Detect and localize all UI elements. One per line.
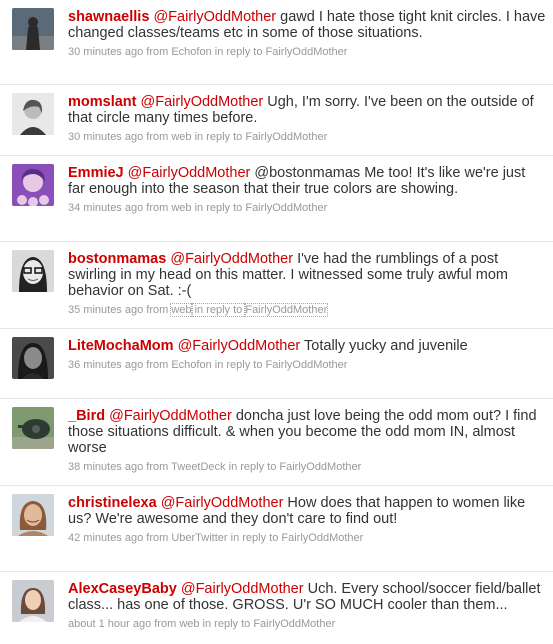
mention-link[interactable]: @FairlyOddMother — [128, 165, 251, 181]
tweet-body: Ugh, I'm sorry. I've been on the outside… — [68, 94, 534, 126]
source-link[interactable]: TweetDeck — [171, 461, 225, 473]
source-link[interactable]: web — [170, 303, 193, 317]
tweet-item: bostonmamas @FairlyOddMother I've had th… — [0, 242, 553, 329]
timestamp-link[interactable]: 30 minutes ago — [68, 131, 143, 143]
tweet-meta: 35 minutes ago from web in reply to Fair… — [68, 303, 546, 317]
username-link[interactable]: shawnaellis — [68, 9, 149, 25]
tweet-item: EmmieJ @FairlyOddMother @bostonmamas Me … — [0, 156, 553, 242]
timestamp-link[interactable]: 42 minutes ago — [68, 532, 143, 544]
mention-link[interactable]: @FairlyOddMother — [161, 495, 284, 511]
tweet-text: momslant @FairlyOddMother Ugh, I'm sorry… — [68, 94, 546, 126]
avatar[interactable] — [12, 580, 54, 622]
reply-to-link[interactable]: FairlyOddMother — [266, 359, 348, 371]
source-link[interactable]: web — [171, 202, 191, 214]
meta-in-reply: in reply to — [227, 532, 282, 544]
source-link[interactable]: Echofon — [171, 359, 211, 371]
avatar-portrait-glasses — [12, 250, 54, 292]
tweet-text: LiteMochaMom @FairlyOddMother Totally yu… — [68, 338, 546, 354]
mention-link[interactable]: @FairlyOddMother — [178, 338, 301, 354]
meta-from: from — [143, 359, 172, 371]
mention-link[interactable]: @FairlyOddMother — [181, 581, 304, 597]
meta-in-reply: in reply to — [211, 46, 266, 58]
tweet-text: shawnaellis @FairlyOddMother gawd I hate… — [68, 9, 546, 41]
reply-to-link[interactable]: FairlyOddMother — [245, 131, 327, 143]
source-link[interactable]: web — [171, 131, 191, 143]
meta-from: from — [143, 202, 172, 214]
username-link[interactable]: LiteMochaMom — [68, 338, 174, 354]
avatar[interactable] — [12, 93, 54, 135]
mention-link[interactable]: @FairlyOddMother — [153, 9, 276, 25]
tweet-meta: 42 minutes ago from UberTwitter in reply… — [68, 532, 546, 545]
avatar-silhouette-dark — [12, 8, 54, 50]
meta-in-reply: in reply to — [211, 359, 266, 371]
reply-to-link[interactable]: FairlyOddMother — [281, 532, 363, 544]
timestamp-link[interactable]: 36 minutes ago — [68, 359, 143, 371]
username-link[interactable]: momslant — [68, 94, 137, 110]
meta-from: from — [143, 304, 172, 316]
meta-from: from — [143, 532, 172, 544]
tweet-text: christinelexa @FairlyOddMother How does … — [68, 495, 546, 527]
username-link[interactable]: AlexCaseyBaby — [68, 581, 177, 597]
tweet-body: Totally yucky and juvenile — [300, 338, 468, 354]
tweet-meta: 38 minutes ago from TweetDeck in reply t… — [68, 461, 546, 474]
tweet-text: AlexCaseyBaby @FairlyOddMother Uch. Ever… — [68, 581, 546, 613]
avatar-sculpture — [12, 407, 54, 449]
tweet-text: EmmieJ @FairlyOddMother @bostonmamas Me … — [68, 165, 546, 197]
timestamp-link[interactable]: 38 minutes ago — [68, 461, 143, 473]
source-link[interactable]: UberTwitter — [171, 532, 227, 544]
timestamp-link[interactable]: 30 minutes ago — [68, 46, 143, 58]
avatar[interactable] — [12, 8, 54, 50]
username-link[interactable]: bostonmamas — [68, 251, 166, 267]
tweet-meta: about 1 hour ago from web in reply to Fa… — [68, 618, 546, 631]
tweet-feed: shawnaellis @FairlyOddMother gawd I hate… — [0, 0, 553, 644]
reply-to-link[interactable]: FairlyOddMother — [245, 202, 327, 214]
meta-from: from — [143, 131, 172, 143]
avatar-portrait-dark — [12, 337, 54, 379]
timestamp-link[interactable]: 35 minutes ago — [68, 304, 143, 316]
avatar[interactable] — [12, 337, 54, 379]
meta-in-reply: in reply to — [225, 461, 280, 473]
username-link[interactable]: EmmieJ — [68, 165, 124, 181]
username-link[interactable]: _Bird — [68, 408, 105, 424]
mention-link[interactable]: @FairlyOddMother — [170, 251, 293, 267]
avatar-portrait-purple — [12, 164, 54, 206]
source-link[interactable]: web — [179, 618, 199, 630]
meta-from: from — [151, 618, 180, 630]
mention-link[interactable]: @FairlyOddMother — [141, 94, 264, 110]
tweet-meta: 30 minutes ago from web in reply to Fair… — [68, 131, 546, 144]
reply-to-link[interactable]: FairlyOddMother — [266, 46, 348, 58]
meta-in-reply: in reply to — [199, 618, 254, 630]
tweet-item: LiteMochaMom @FairlyOddMother Totally yu… — [0, 329, 553, 399]
tweet-text: bostonmamas @FairlyOddMother I've had th… — [68, 251, 546, 299]
avatar-portrait-bw — [12, 93, 54, 135]
timestamp-link[interactable]: 34 minutes ago — [68, 202, 143, 214]
tweet-item: _Bird @FairlyOddMother doncha just love … — [0, 399, 553, 486]
tweet-item: AlexCaseyBaby @FairlyOddMother Uch. Ever… — [0, 572, 553, 644]
avatar[interactable] — [12, 494, 54, 536]
meta-from: from — [143, 461, 172, 473]
tweet-meta: 34 minutes ago from web in reply to Fair… — [68, 202, 546, 215]
meta-in-reply: in reply to — [190, 303, 247, 317]
timestamp-link[interactable]: about 1 hour ago — [68, 618, 151, 630]
source-link[interactable]: Echofon — [171, 46, 211, 58]
avatar-portrait-smiling — [12, 494, 54, 536]
tweet-item: momslant @FairlyOddMother Ugh, I'm sorry… — [0, 85, 553, 156]
meta-in-reply: in reply to — [191, 202, 246, 214]
tweet-text: _Bird @FairlyOddMother doncha just love … — [68, 408, 546, 456]
avatar-portrait-bright — [12, 580, 54, 622]
mention-link[interactable]: @FairlyOddMother — [109, 408, 232, 424]
avatar[interactable] — [12, 250, 54, 292]
avatar[interactable] — [12, 407, 54, 449]
reply-to-link[interactable]: FairlyOddMother — [279, 461, 361, 473]
reply-to-link[interactable]: FairlyOddMother — [244, 303, 329, 317]
tweet-item: shawnaellis @FairlyOddMother gawd I hate… — [0, 0, 553, 85]
tweet-meta: 36 minutes ago from Echofon in reply to … — [68, 359, 546, 372]
tweet-meta: 30 minutes ago from Echofon in reply to … — [68, 46, 546, 59]
tweet-item: christinelexa @FairlyOddMother How does … — [0, 486, 553, 572]
reply-to-link[interactable]: FairlyOddMother — [253, 618, 335, 630]
meta-from: from — [143, 46, 172, 58]
meta-in-reply: in reply to — [191, 131, 246, 143]
username-link[interactable]: christinelexa — [68, 495, 157, 511]
avatar[interactable] — [12, 164, 54, 206]
